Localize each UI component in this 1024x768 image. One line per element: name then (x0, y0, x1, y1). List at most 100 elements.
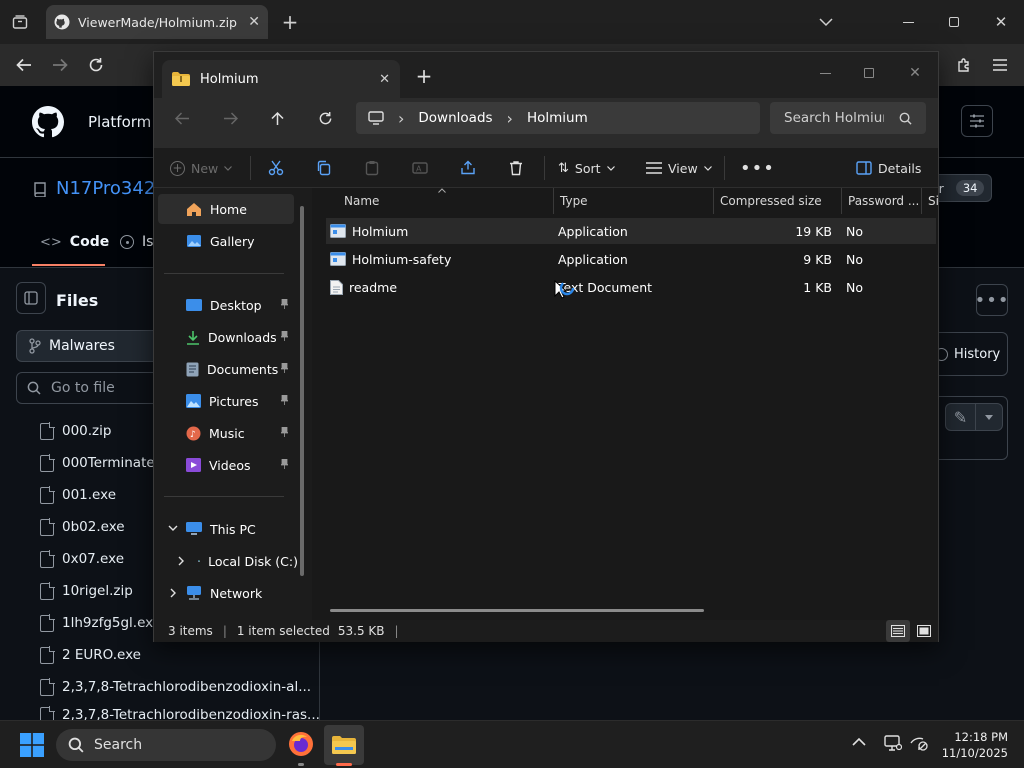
paste-button[interactable] (364, 148, 380, 188)
pencil-icon[interactable]: ✎ (946, 404, 976, 430)
minimize-icon[interactable] (896, 10, 920, 34)
explorer-tab[interactable]: Holmium ✕ (162, 60, 400, 98)
delete-button[interactable] (508, 148, 524, 188)
tab-actions-icon[interactable] (8, 10, 32, 34)
nav-item-downloads[interactable]: Downloads (158, 322, 294, 352)
reload-icon[interactable] (84, 53, 108, 77)
file-icon (40, 421, 55, 440)
nav-item-gallery[interactable]: Gallery (158, 226, 294, 256)
forward-arrow-icon[interactable] (218, 106, 242, 130)
windows-start-icon[interactable] (20, 733, 44, 757)
repo-name-link[interactable]: N17Pro342 (56, 178, 155, 199)
display-settings-icon[interactable] (884, 735, 902, 751)
taskbar: Search 12:18 PM 11/10/2025 (0, 720, 1024, 768)
nav-label: Downloads (208, 329, 277, 345)
column-header-password[interactable]: Password ... (842, 188, 922, 214)
file-tree-item[interactable]: 10rigel.zip (40, 575, 133, 607)
explorer-search-input[interactable]: Search Holmium (770, 102, 926, 134)
clock-date: 11/10/2025 (941, 746, 1008, 760)
new-tab-icon[interactable]: + (412, 64, 436, 88)
chevron-down-icon[interactable] (814, 10, 838, 34)
column-header-name[interactable]: Name (338, 188, 554, 214)
nav-item-this-pc[interactable]: This PC (158, 514, 294, 544)
github-logo-icon[interactable] (32, 106, 64, 138)
table-row[interactable]: readme Text Document 1 KB No (326, 274, 936, 300)
network-disconnected-icon[interactable] (910, 735, 928, 751)
file-tree-item[interactable]: 000Terminated (40, 447, 163, 479)
file-tree-item[interactable]: 2,3,7,8-Tetrachlorodibenzodioxin-ras... (40, 703, 320, 720)
nav-item-videos[interactable]: Videos (158, 450, 294, 480)
file-tree-item[interactable]: 2 EURO.exe (40, 639, 141, 671)
menu-hamburger-icon[interactable] (988, 53, 1012, 77)
horizontal-scrollbar[interactable] (330, 609, 704, 612)
collapse-sidebar-icon[interactable] (16, 282, 46, 314)
column-header-compressed-size[interactable]: Compressed size (714, 188, 842, 214)
nav-item-local-disk[interactable]: Local Disk (C:) (158, 546, 298, 576)
extensions-icon[interactable] (952, 53, 976, 77)
refresh-icon[interactable] (313, 106, 337, 130)
breadcrumb[interactable]: › Downloads › Holmium (356, 102, 760, 134)
dropdown-caret-icon[interactable] (976, 404, 1002, 430)
column-header-type[interactable]: Type (554, 188, 714, 214)
breadcrumb-holmium[interactable]: Holmium (527, 110, 588, 126)
tab-code[interactable]: <> Code (40, 234, 109, 250)
system-clock[interactable]: 12:18 PM 11/10/2025 (936, 729, 1008, 761)
table-row[interactable]: Holmium-safety Application 9 KB No (326, 246, 936, 272)
file-tree-item[interactable]: 2,3,7,8-Tetrachlorodibenzodioxin-al... (40, 671, 311, 703)
share-button[interactable] (460, 148, 476, 188)
new-tab-button[interactable]: + (278, 10, 302, 34)
file-tree-item[interactable]: 001.exe (40, 479, 116, 511)
details-view-toggle[interactable] (886, 620, 910, 642)
column-header-size[interactable]: Si (922, 188, 938, 214)
filter-settings-button[interactable] (961, 105, 993, 137)
close-tab-icon[interactable]: ✕ (248, 14, 260, 30)
file-tree-item[interactable]: 0b02.exe (40, 511, 125, 543)
close-window-icon[interactable]: ✕ (989, 10, 1013, 34)
up-arrow-icon[interactable] (265, 106, 289, 130)
star-count-badge: 34 (955, 180, 985, 196)
file-tree-item[interactable]: 000.zip (40, 415, 111, 447)
view-button[interactable]: View (646, 148, 712, 188)
maximize-icon[interactable] (942, 10, 966, 34)
browser-tab-bar: ViewerMade/Holmium.zip at M ✕ + ✕ (0, 0, 1024, 44)
cut-button[interactable] (268, 148, 284, 188)
maximize-icon[interactable] (858, 62, 880, 84)
nav-item-network[interactable]: Network (158, 578, 294, 608)
nav-item-pictures[interactable]: Pictures (158, 386, 294, 416)
file-tree-item[interactable]: 1lh9zfg5gl.exe (40, 607, 161, 639)
go-to-file-input[interactable]: Go to file (16, 372, 166, 404)
sort-button[interactable]: ⇅ Sort (558, 148, 615, 188)
close-window-icon[interactable]: ✕ (904, 62, 926, 84)
file-tree-item[interactable]: 0x07.exe (40, 543, 124, 575)
nav-item-music[interactable]: ♪ Music (158, 418, 294, 448)
rename-button[interactable]: A (412, 148, 428, 188)
chevron-up-icon[interactable] (852, 737, 866, 746)
more-options-icon[interactable]: ••• (975, 284, 1008, 316)
tab-issues[interactable]: Is (120, 234, 153, 250)
back-arrow-icon[interactable] (12, 53, 36, 77)
forward-arrow-icon[interactable] (48, 53, 72, 77)
file-explorer-app-icon[interactable] (324, 725, 364, 765)
platform-nav-link[interactable]: Platform (88, 113, 151, 131)
branch-selector[interactable]: Malwares (16, 330, 166, 362)
taskbar-search[interactable]: Search (56, 729, 276, 761)
see-more-icon[interactable]: ••• (740, 148, 775, 188)
back-arrow-icon[interactable] (170, 106, 194, 130)
minimize-icon[interactable] (814, 62, 836, 84)
firefox-app-icon[interactable] (288, 731, 314, 757)
copy-button[interactable] (316, 148, 332, 188)
edit-button-group[interactable]: ✎ (945, 403, 1003, 431)
nav-item-desktop[interactable]: Desktop (158, 290, 294, 320)
nav-scrollbar[interactable] (300, 206, 304, 576)
file-tree-item-label: 2 EURO.exe (62, 647, 141, 663)
breadcrumb-downloads[interactable]: Downloads (418, 110, 492, 126)
tiles-view-toggle[interactable] (912, 620, 936, 642)
nav-item-documents[interactable]: Documents (158, 354, 294, 384)
table-row[interactable]: Holmium Application 19 KB No (326, 218, 936, 244)
divider (250, 156, 251, 180)
details-pane-button[interactable]: Details (856, 148, 921, 188)
nav-item-home[interactable]: Home (158, 194, 294, 224)
close-tab-icon[interactable]: ✕ (379, 72, 390, 87)
new-button[interactable]: + New (170, 148, 233, 188)
browser-tab[interactable]: ViewerMade/Holmium.zip at M ✕ (46, 5, 268, 39)
